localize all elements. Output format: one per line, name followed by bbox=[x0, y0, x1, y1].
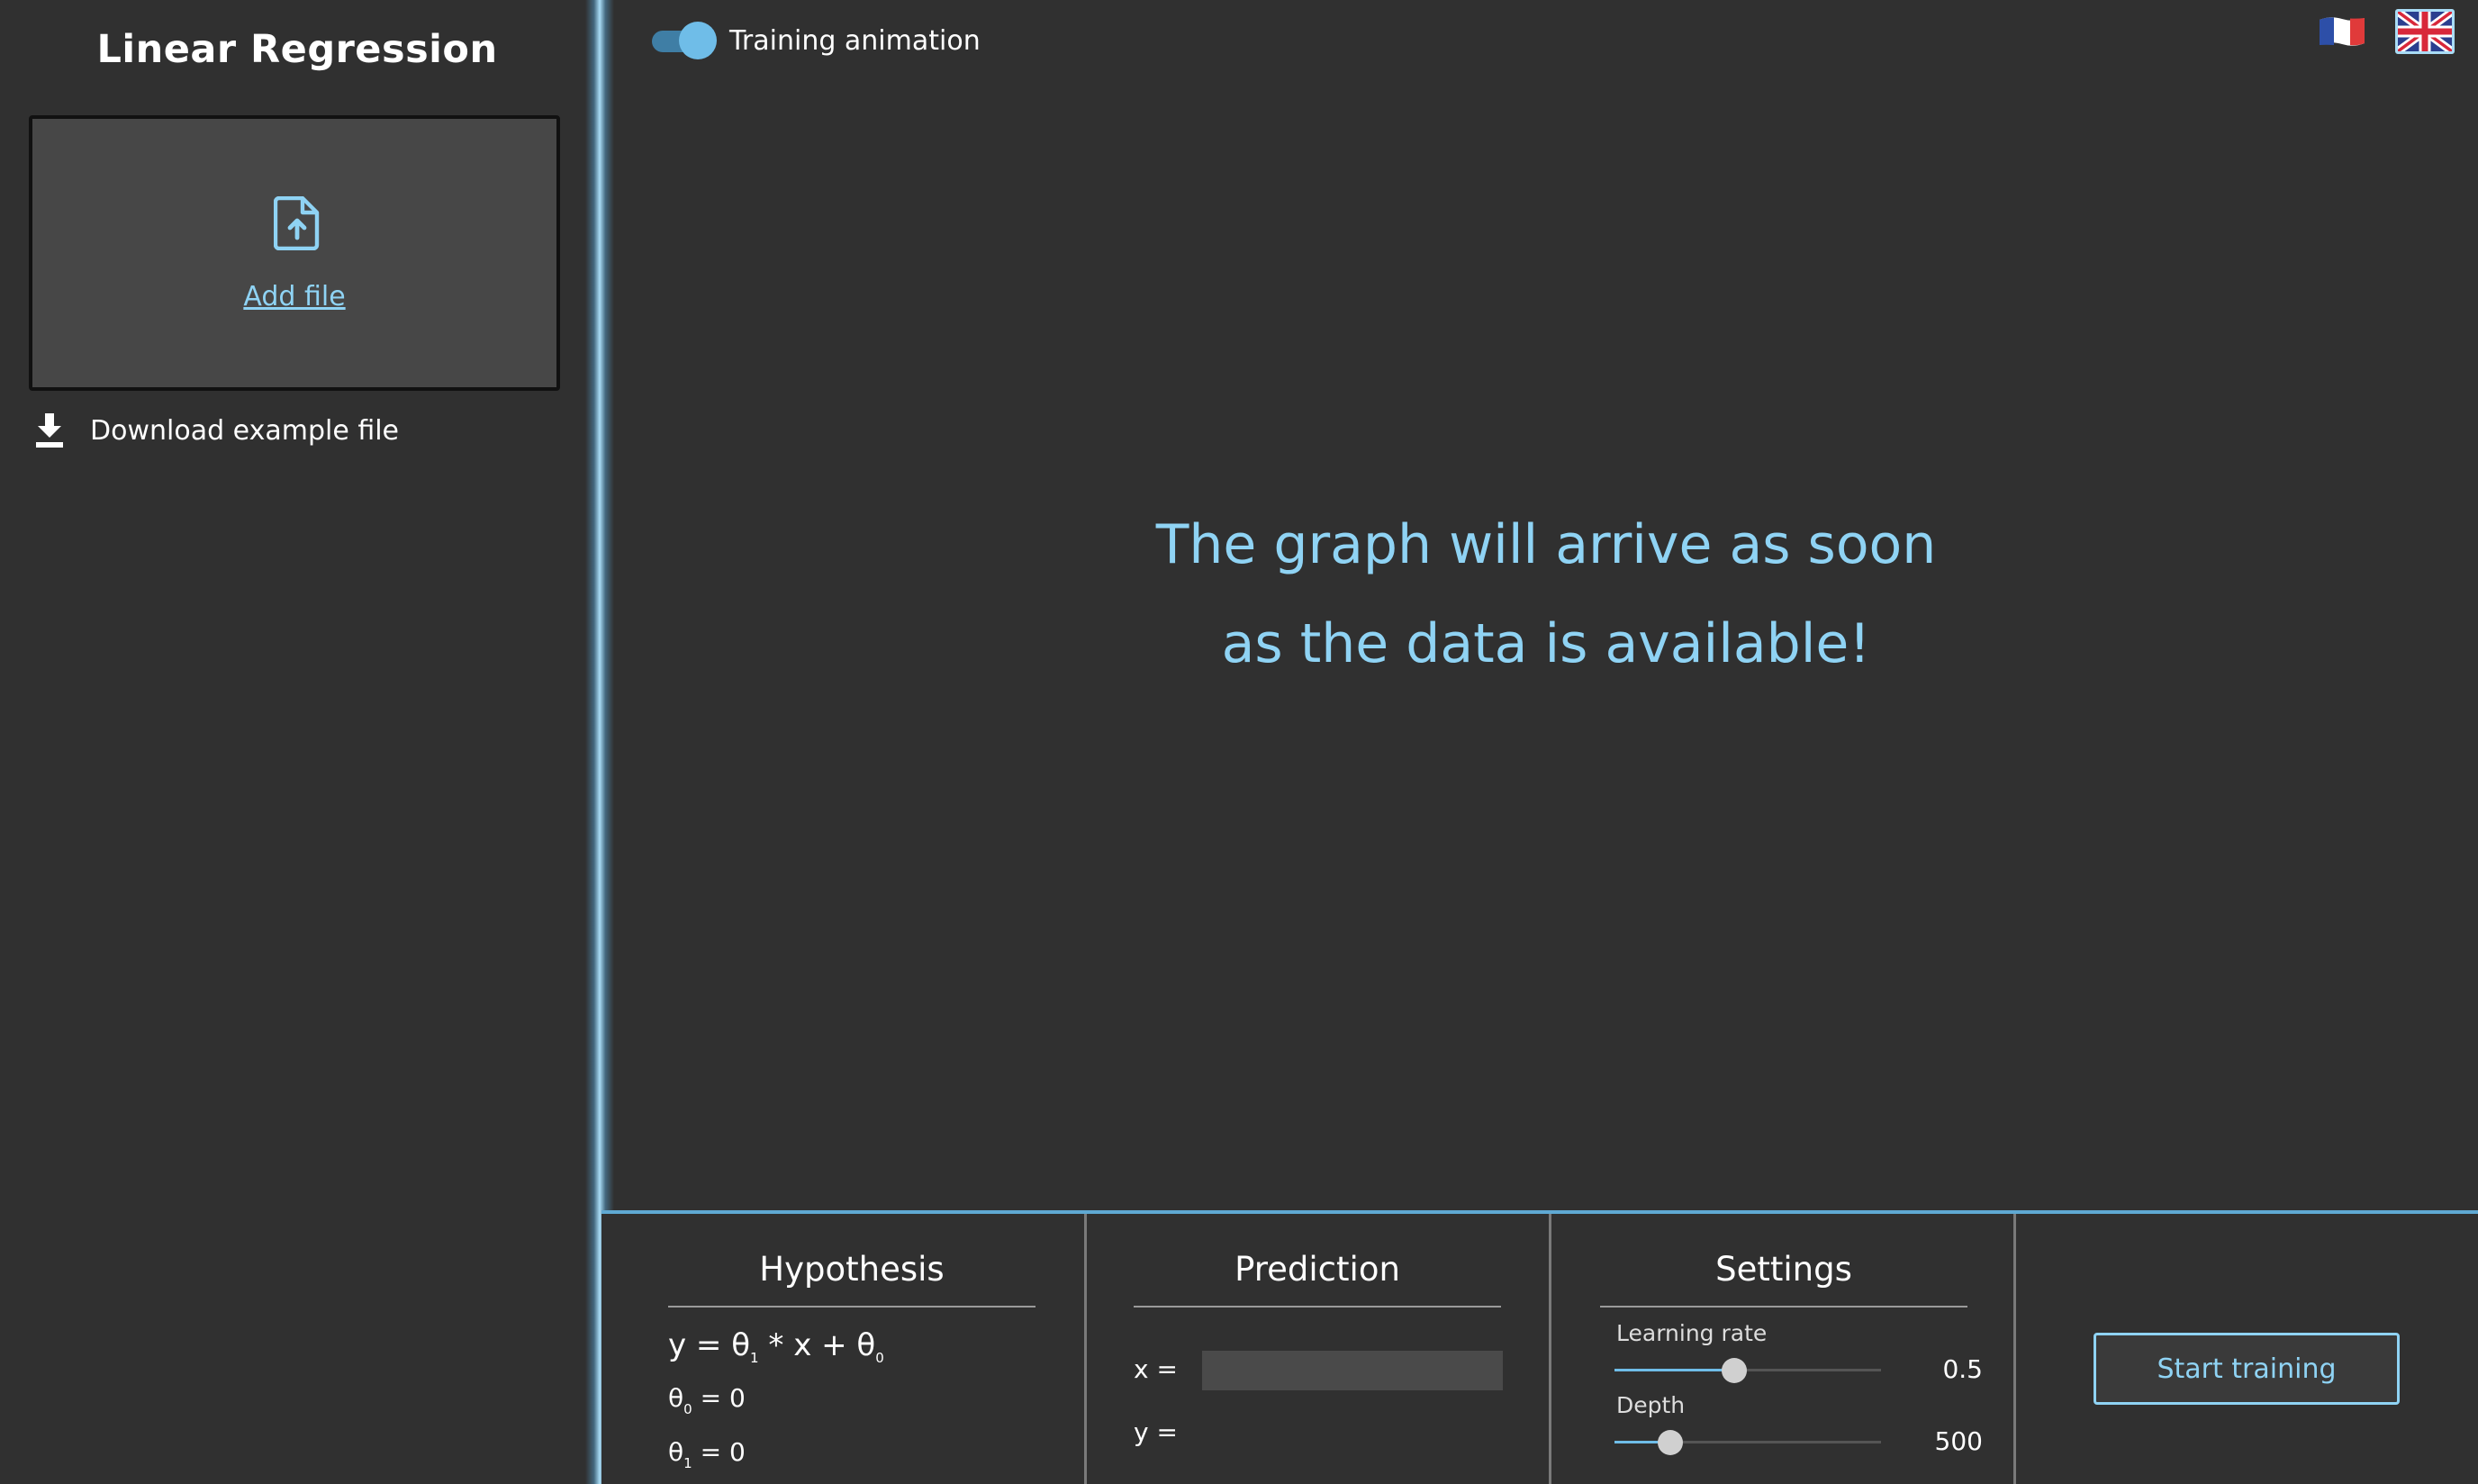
depth-label: Depth bbox=[1616, 1392, 1686, 1418]
settings-panel: Settings Learning rate 0.5 Depth 500 bbox=[1551, 1214, 2016, 1484]
slider-fill bbox=[1614, 1369, 1735, 1371]
hypothesis-title: Hypothesis bbox=[759, 1250, 945, 1289]
learning-rate-slider[interactable] bbox=[1614, 1355, 1881, 1386]
slider-knob[interactable] bbox=[1658, 1430, 1684, 1455]
graph-area: Training animation The graph will arrive… bbox=[614, 0, 2478, 1212]
learning-rate-label: Learning rate bbox=[1616, 1320, 1768, 1346]
hypothesis-panel: Hypothesis y = θ1 * x + θ0 θ0 = 0 θ1 = 0 bbox=[601, 1214, 1087, 1484]
toggle-switch[interactable] bbox=[650, 20, 717, 61]
y-label: y = bbox=[1134, 1417, 1178, 1447]
prediction-divider bbox=[1134, 1306, 1501, 1308]
sidebar: Linear Regression Add file Download exam… bbox=[0, 0, 594, 1484]
app-root: Linear Regression Add file Download exam… bbox=[0, 0, 2478, 1484]
theta0-sub: 0 bbox=[683, 1401, 692, 1417]
download-example-label: Download example file bbox=[90, 414, 400, 447]
start-training-button[interactable]: Start training bbox=[2094, 1333, 2400, 1405]
toggle-label: Training animation bbox=[729, 24, 981, 57]
x-input[interactable] bbox=[1202, 1351, 1503, 1390]
uk-flag-icon[interactable] bbox=[2395, 9, 2455, 54]
theta1-value: = 0 bbox=[692, 1437, 746, 1467]
formula-sub-1: 1 bbox=[750, 1350, 759, 1366]
theta0-value: = 0 bbox=[692, 1383, 746, 1413]
theta0-readout: θ0 = 0 bbox=[668, 1383, 746, 1417]
training-animation-toggle[interactable]: Training animation bbox=[650, 20, 981, 61]
x-label: x = bbox=[1134, 1354, 1178, 1384]
graph-placeholder: The graph will arrive as soon as the dat… bbox=[614, 495, 2478, 693]
hypothesis-divider bbox=[668, 1306, 1036, 1308]
hypothesis-formula: y = θ1 * x + θ0 bbox=[668, 1327, 884, 1366]
control-panel: Hypothesis y = θ1 * x + θ0 θ0 = 0 θ1 = 0… bbox=[601, 1210, 2478, 1484]
add-file-link[interactable]: Add file bbox=[32, 281, 556, 312]
depth-slider[interactable] bbox=[1614, 1427, 1881, 1458]
actions-panel: Start training bbox=[2016, 1214, 2478, 1484]
theta1-sub: 1 bbox=[683, 1455, 692, 1471]
toggle-thumb bbox=[679, 22, 717, 59]
app-title: Linear Regression bbox=[96, 27, 498, 72]
placeholder-line-1: The graph will arrive as soon bbox=[1155, 513, 1937, 576]
placeholder-line-2: as the data is available! bbox=[1221, 612, 1871, 675]
formula-mid: * x + θ bbox=[758, 1327, 876, 1363]
french-flag-icon[interactable] bbox=[2318, 14, 2366, 49]
settings-divider bbox=[1600, 1306, 1967, 1308]
download-example-button[interactable]: Download example file bbox=[34, 412, 399, 448]
file-dropzone[interactable]: Add file bbox=[29, 115, 560, 391]
formula-prefix: y = θ bbox=[668, 1327, 751, 1363]
prediction-title: Prediction bbox=[1234, 1250, 1400, 1289]
formula-sub-0: 0 bbox=[875, 1350, 884, 1366]
prediction-panel: Prediction x = y = bbox=[1087, 1214, 1551, 1484]
learning-rate-value: 0.5 bbox=[1942, 1354, 1983, 1384]
download-icon bbox=[36, 413, 63, 448]
settings-title: Settings bbox=[1715, 1250, 1852, 1289]
file-upload-icon bbox=[274, 196, 320, 250]
theta0-symbol: θ bbox=[668, 1383, 684, 1413]
theta1-symbol: θ bbox=[668, 1437, 684, 1467]
depth-value: 500 bbox=[1934, 1426, 1983, 1456]
theta1-readout: θ1 = 0 bbox=[668, 1437, 746, 1471]
slider-knob[interactable] bbox=[1722, 1358, 1748, 1383]
